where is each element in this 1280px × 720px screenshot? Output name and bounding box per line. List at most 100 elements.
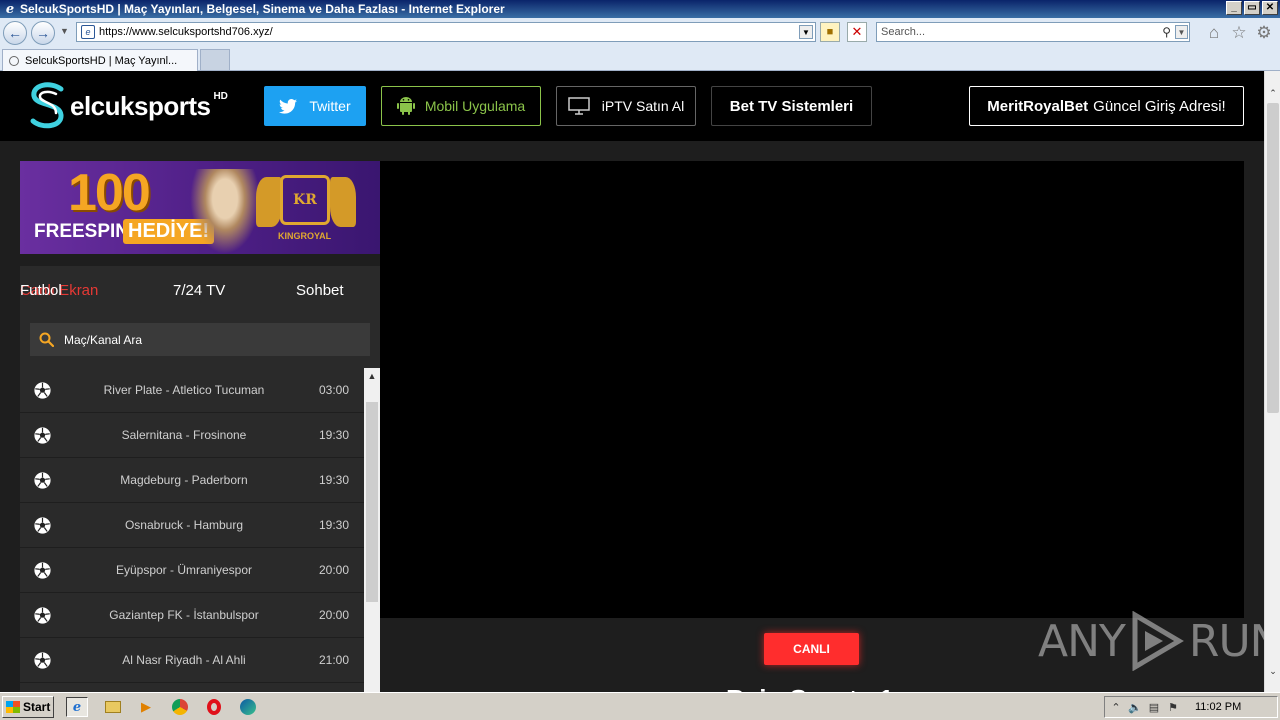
network-icon[interactable]: ▤ <box>1146 701 1162 714</box>
kingroyal-ad-banner[interactable]: 100 FREESPIN HEDİYE! KR KINGROYAL <box>20 161 380 254</box>
windows-logo-icon <box>6 701 20 713</box>
url-dropdown-icon[interactable]: ▼ <box>799 25 813 39</box>
bet-tv-button[interactable]: Bet TV Sistemleri <box>711 86 872 126</box>
match-time: 20:00 <box>318 608 349 622</box>
history-dropdown-icon[interactable]: ▼ <box>60 26 69 36</box>
live-button[interactable]: CANLI <box>764 633 859 665</box>
scroll-down-icon[interactable]: ⌄ <box>1265 663 1280 679</box>
match-row[interactable]: Al Nasr Riyadh - Al Ahli 21:00 <box>20 638 364 683</box>
mobile-app-label: Mobil Uygulama <box>424 98 526 114</box>
match-row[interactable]: Magdeburg - Paderborn 19:30 <box>20 458 364 503</box>
banner-number: 100 <box>68 164 151 222</box>
kr-crest-logo: KR <box>280 175 330 225</box>
match-teams: River Plate - Atletico Tucuman <box>103 383 265 397</box>
match-row[interactable]: Eyüpspor - Ümraniyespor 20:00 <box>20 548 364 593</box>
match-teams: Gaziantep FK - İstanbulspor <box>109 608 259 622</box>
home-icon[interactable]: ⌂ <box>1204 23 1224 43</box>
twitter-button[interactable]: Twitter <box>264 86 366 126</box>
channel-title: Bein Sports 1 <box>726 684 894 692</box>
ie-taskbar-icon[interactable]: e <box>66 697 88 717</box>
browser-tab[interactable]: SelcukSportsHD | Maç Yayınl... <box>2 49 198 71</box>
bet-tv-label: Bet TV Sistemleri <box>729 97 854 115</box>
page-icon: e <box>81 25 95 39</box>
logo-text: elcuksports <box>70 90 211 121</box>
match-time: 19:30 <box>318 518 349 532</box>
scroll-up-icon[interactable]: ⌃ <box>1265 85 1280 101</box>
match-list-scrollbar[interactable]: ▲ <box>364 368 380 692</box>
match-search-input[interactable]: Maç/Kanal Ara <box>30 323 370 356</box>
match-teams: Eyüpspor - Ümraniyespor <box>115 563 253 577</box>
url-field[interactable]: e https://www.selcuksportshd706.xyz/ ▼ <box>76 22 816 42</box>
selcuk-s-logo-icon <box>30 82 64 129</box>
tab-sohbet[interactable]: Sohbet <box>296 282 344 299</box>
match-list: River Plate - Atletico Tucuman 03:00 Saler… <box>20 368 364 692</box>
video-player[interactable] <box>380 161 1244 618</box>
page-scroll-thumb[interactable] <box>1267 103 1279 413</box>
monitor-icon <box>568 97 590 115</box>
tray-expand-icon[interactable]: ⌃ <box>1108 701 1124 714</box>
scroll-thumb[interactable] <box>366 402 378 602</box>
anyrun-watermark: ANY RUN <box>1038 611 1264 671</box>
mobile-app-button[interactable]: Mobil Uygulama <box>381 86 541 126</box>
edge-taskbar-icon[interactable] <box>237 697 259 717</box>
window-titlebar: e SelcukSportsHD | Maç Yayınları, Belges… <box>0 0 1280 18</box>
chrome-taskbar-icon[interactable] <box>169 697 191 717</box>
maximize-button[interactable]: ▭ <box>1244 1 1260 15</box>
search-icon[interactable]: ⚲ <box>1162 25 1171 39</box>
watermark-right: RUN <box>1188 615 1264 667</box>
tab-futbol[interactable]: Futbol <box>20 282 62 299</box>
media-player-taskbar-icon[interactable]: ▶ <box>135 697 157 717</box>
window-controls: _ ▭ ✕ <box>1226 1 1278 15</box>
meritroyalbet-button[interactable]: MeritRoyalBet Güncel Giriş Adresi! <box>969 86 1244 126</box>
folder-taskbar-icon[interactable] <box>102 697 124 717</box>
match-row[interactable]: Osnabruck - Hamburg 19:30 <box>20 503 364 548</box>
loading-icon <box>9 55 19 66</box>
iptv-button[interactable]: iPTV Satın Al <box>556 86 696 126</box>
match-teams: Osnabruck - Hamburg <box>124 518 244 532</box>
site-logo[interactable]: elcuksports HD <box>28 81 228 131</box>
minimize-button[interactable]: _ <box>1226 1 1242 15</box>
volume-icon[interactable]: 🔈 <box>1127 701 1143 714</box>
system-tray: ⌃ 🔈 ▤ ⚑ 11:02 PM <box>1104 696 1278 718</box>
scroll-up-icon[interactable]: ▲ <box>364 368 380 384</box>
internet-explorer-icon: e <box>5 1 15 17</box>
lock-icon[interactable]: ■ <box>820 22 840 42</box>
forward-button[interactable]: → <box>31 21 55 45</box>
soccer-ball-icon <box>34 517 51 534</box>
new-tab-button[interactable] <box>200 49 230 70</box>
merit-text: Güncel Giriş Adresi! <box>1093 97 1226 115</box>
back-button[interactable]: ← <box>3 21 27 45</box>
match-time: 21:00 <box>318 653 349 667</box>
match-time: 19:30 <box>318 473 349 487</box>
gear-icon[interactable]: ⚙ <box>1254 23 1274 43</box>
banner-freespin: FREESPIN <box>34 221 130 242</box>
arrow-left-icon: ← <box>8 25 22 41</box>
opera-taskbar-icon[interactable] <box>203 697 225 717</box>
start-button[interactable]: Start <box>2 696 54 718</box>
soccer-ball-icon <box>34 607 51 624</box>
match-row[interactable]: River Plate - Atletico Tucuman 03:00 <box>20 368 364 413</box>
match-teams: Magdeburg - Paderborn <box>120 473 248 487</box>
search-dropdown-icon[interactable]: ▼ <box>1175 25 1188 39</box>
match-time: 19:30 <box>318 428 349 442</box>
favorites-star-icon[interactable]: ☆ <box>1229 23 1249 43</box>
page-scrollbar[interactable]: ⌃ ⌄ <box>1264 71 1280 692</box>
site-header: elcuksports HD Twitter Mobil Uygulama iP… <box>0 71 1264 141</box>
page-viewport: elcuksports HD Twitter Mobil Uygulama iP… <box>0 71 1264 692</box>
match-row[interactable]: Gaziantep FK - İstanbulspor 20:00 <box>20 593 364 638</box>
stop-icon[interactable]: ✕ <box>847 22 867 42</box>
tab-7-24-tv[interactable]: 7/24 TV <box>173 282 225 299</box>
flag-icon[interactable]: ⚑ <box>1165 701 1181 714</box>
address-toolbar: ← → ▼ e https://www.selcuksportshd706.xy… <box>0 18 1280 48</box>
windows-taskbar: Start e ▶ ⌃ 🔈 ▤ ⚑ 11:02 PM <box>0 692 1280 720</box>
logo-hd-badge: HD <box>213 91 228 102</box>
close-window-button[interactable]: ✕ <box>1262 1 1278 15</box>
search-input[interactable]: Search... ⚲ ▼ <box>876 22 1190 42</box>
play-triangle-icon <box>1132 611 1184 671</box>
match-row[interactable]: Salernitana - Frosinone 19:30 <box>20 413 364 458</box>
twitter-label: Twitter <box>309 98 351 114</box>
window-title: SelcukSportsHD | Maç Yayınları, Belgesel… <box>20 2 505 16</box>
match-teams: Salernitana - Frosinone <box>121 428 247 442</box>
search-icon <box>39 332 54 347</box>
sidebar-tabs: Canlı Ekran Futbol 7/24 TV Sohbet <box>20 266 380 316</box>
